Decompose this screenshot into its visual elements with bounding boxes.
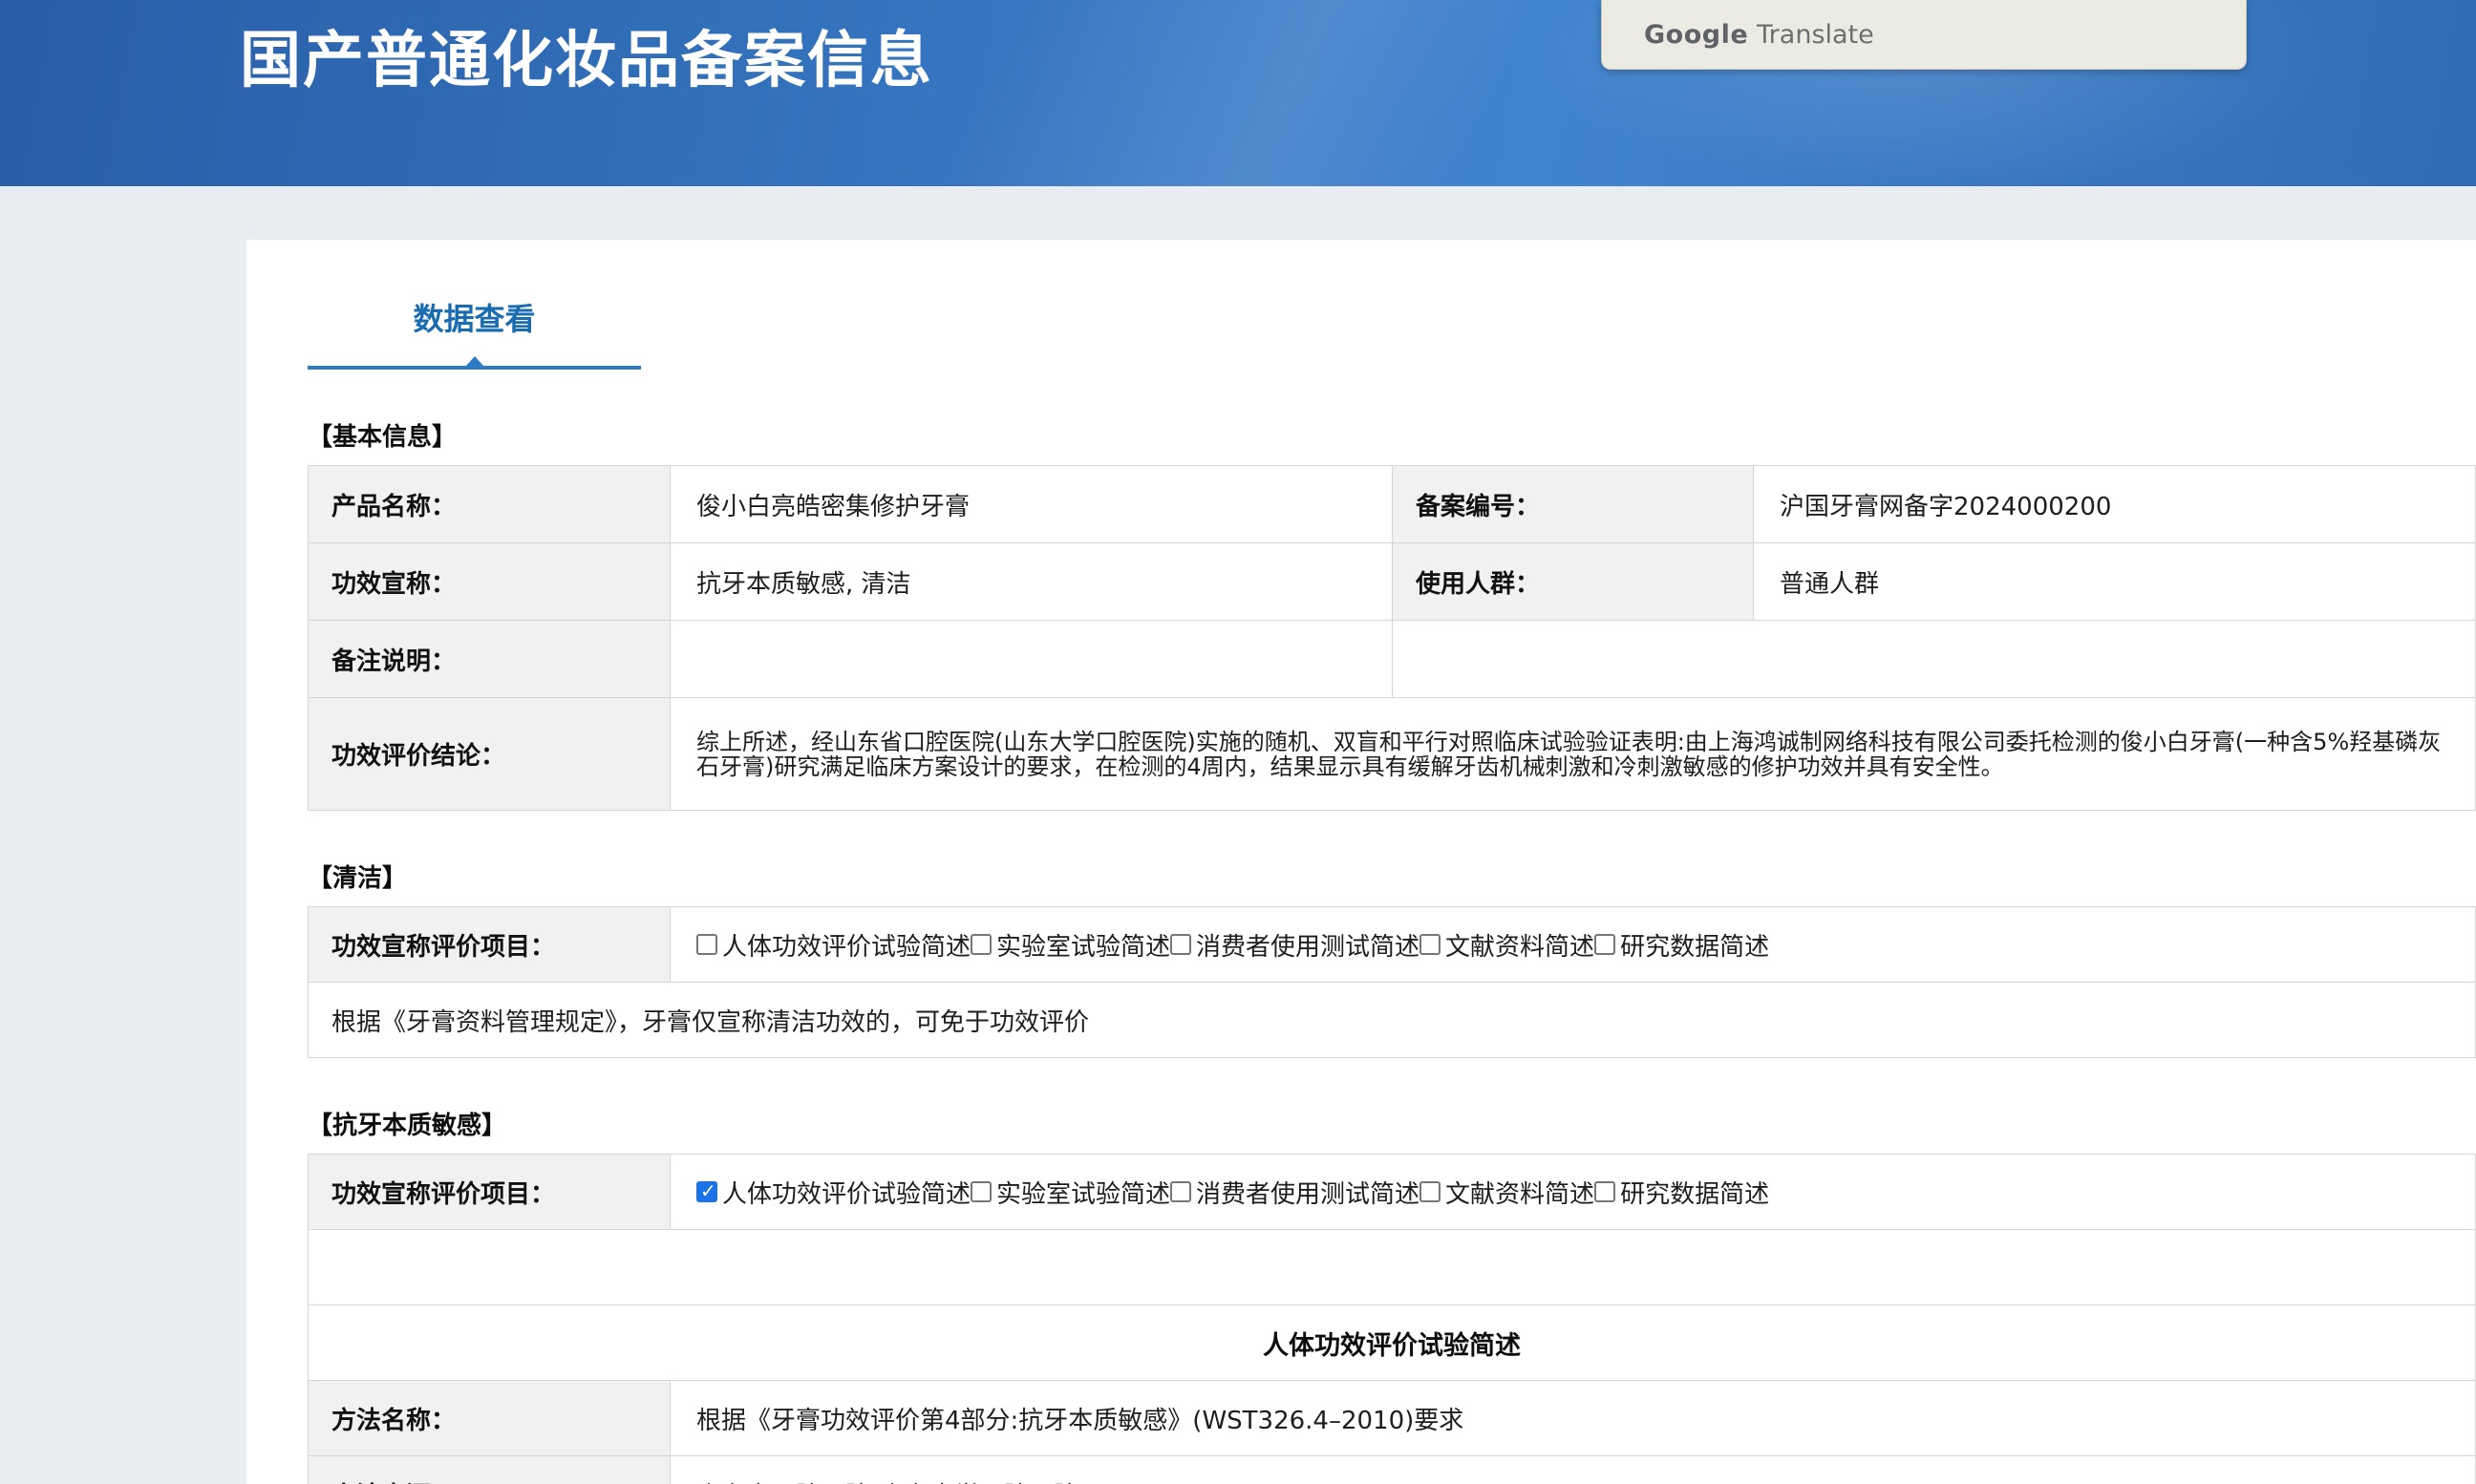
table-row: 方法来源： 山东省口腔医院(山东大学口腔医院) (309, 1456, 2476, 1484)
page-title: 国产普通化妆品备案信息 (240, 11, 933, 99)
cleaning-exemption-note: 根据《牙膏资料管理规定》，牙膏仅宣称清洁功效的，可免于功效评价 (309, 983, 2476, 1058)
table-row: 功效宣称评价项目： 人体功效评价试验简述 实验室试验简述 消费者使用测试简述 文… (309, 907, 2476, 983)
checkbox-label: 文献资料简述 (1445, 1175, 1594, 1210)
human-efficacy-subsection-title: 人体功效评价试验简述 (309, 1305, 2476, 1381)
table-row: 方法名称： 根据《牙膏功效评价第4部分:抗牙本质敏感》(WST326.4–201… (309, 1381, 2476, 1456)
checkbox-label: 文献资料简述 (1445, 927, 1594, 963)
section-heading-cleaning: 【清洁】 (308, 862, 2476, 895)
table-row (309, 1230, 2476, 1305)
table-row: 功效宣称评价项目： 人体功效评价试验简述 实验室试验简述 消费者使用测试简述 文… (309, 1155, 2476, 1230)
spacer-row (309, 1230, 2476, 1305)
checkbox-item: 研究数据简述 (1594, 1175, 1769, 1210)
conclusion-value: 综上所述，经山东省口腔医院(山东大学口腔医院)实施的随机、双盲和平行对照临床试验… (671, 698, 2476, 811)
checkbox-label: 实验室试验简述 (996, 927, 1170, 963)
method-source-value: 山东省口腔医院(山东大学口腔医院) (671, 1456, 2476, 1484)
checkbox-label: 消费者使用测试简述 (1196, 927, 1419, 963)
checkbox-item: 实验室试验简述 (971, 1175, 1170, 1210)
table-row: 功效评价结论： 综上所述，经山东省口腔医院(山东大学口腔医院)实施的随机、双盲和… (309, 698, 2476, 811)
checkbox-human-efficacy[interactable] (696, 934, 717, 955)
cleaning-items-label: 功效宣称评价项目： (309, 907, 671, 983)
efficacy-claim-value: 抗牙本质敏感, 清洁 (671, 543, 1393, 621)
table-row: 备注说明： (309, 621, 2476, 698)
product-name-value: 俊小白亮皓密集修护牙膏 (671, 466, 1393, 543)
table-row: 根据《牙膏资料管理规定》，牙膏仅宣称清洁功效的，可免于功效评价 (309, 983, 2476, 1058)
checkbox-consumer-test[interactable] (1170, 934, 1191, 955)
remark-label: 备注说明： (309, 621, 671, 698)
checkbox-literature[interactable] (1419, 934, 1441, 955)
conclusion-label: 功效评价结论： (309, 698, 671, 811)
basic-info-table: 产品名称： 俊小白亮皓密集修护牙膏 备案编号： 沪国牙膏网备字202400020… (308, 465, 2476, 811)
target-users-label: 使用人群： (1393, 543, 1754, 621)
checkbox-label: 人体功效评价试验简述 (722, 927, 971, 963)
efficacy-claim-label: 功效宣称： (309, 543, 671, 621)
product-name-label: 产品名称： (309, 466, 671, 543)
method-source-label: 方法来源： (309, 1456, 671, 1484)
checkbox-item: 研究数据简述 (1594, 927, 1769, 963)
google-translate-widget[interactable]: Google Translate (1601, 0, 2247, 70)
anti-checkbox-row: 人体功效评价试验简述 实验室试验简述 消费者使用测试简述 文献资料简述 研究数据… (671, 1155, 2476, 1230)
checkbox-label: 研究数据简述 (1620, 1175, 1769, 1210)
tab-data-view[interactable]: 数据查看 (413, 297, 535, 341)
checkbox-item: 消费者使用测试简述 (1170, 927, 1419, 963)
record-no-value: 沪国牙膏网备字2024000200 (1754, 466, 2476, 543)
section-heading-basic-info: 【基本信息】 (308, 421, 2476, 454)
checkbox-item: 人体功效评价试验简述 (696, 1175, 971, 1210)
checkbox-human-efficacy[interactable] (696, 1181, 717, 1202)
checkbox-item: 实验室试验简述 (971, 927, 1170, 963)
remark-extra-cell (1393, 621, 2476, 698)
google-translate-label: Translate (1757, 20, 1874, 50)
checkbox-item: 消费者使用测试简述 (1170, 1175, 1419, 1210)
checkbox-research-data[interactable] (1594, 934, 1615, 955)
table-row: 人体功效评价试验简述 (309, 1305, 2476, 1381)
checkbox-label: 研究数据简述 (1620, 927, 1769, 963)
table-row: 功效宣称： 抗牙本质敏感, 清洁 使用人群： 普通人群 (309, 543, 2476, 621)
tab-bar: 数据查看 (308, 297, 641, 370)
checkbox-item: 文献资料简述 (1419, 927, 1594, 963)
target-users-value: 普通人群 (1754, 543, 2476, 621)
checkbox-literature[interactable] (1419, 1181, 1441, 1202)
cleaning-table: 功效宣称评价项目： 人体功效评价试验简述 实验室试验简述 消费者使用测试简述 文… (308, 906, 2476, 1058)
checkbox-item: 人体功效评价试验简述 (696, 927, 971, 963)
remark-value (671, 621, 1393, 698)
cleaning-checkbox-row: 人体功效评价试验简述 实验室试验简述 消费者使用测试简述 文献资料简述 研究数据… (671, 907, 2476, 983)
section-heading-anti-sensitivity: 【抗牙本质敏感】 (308, 1110, 2476, 1142)
method-name-label: 方法名称： (309, 1381, 671, 1456)
checkbox-label: 人体功效评价试验简述 (722, 1175, 971, 1210)
method-name-value: 根据《牙膏功效评价第4部分:抗牙本质敏感》(WST326.4–2010)要求 (671, 1381, 2476, 1456)
checkbox-research-data[interactable] (1594, 1181, 1615, 1202)
checkbox-label: 消费者使用测试简述 (1196, 1175, 1419, 1210)
checkbox-label: 实验室试验简述 (996, 1175, 1170, 1210)
anti-items-label: 功效宣称评价项目： (309, 1155, 671, 1230)
checkbox-lab-test[interactable] (971, 934, 992, 955)
checkbox-consumer-test[interactable] (1170, 1181, 1191, 1202)
checkbox-lab-test[interactable] (971, 1181, 992, 1202)
anti-sensitivity-table: 功效宣称评价项目： 人体功效评价试验简述 实验室试验简述 消费者使用测试简述 文… (308, 1154, 2476, 1484)
content-card: 数据查看 【基本信息】 产品名称： 俊小白亮皓密集修护牙膏 备案编号： 沪国牙膏… (246, 240, 2476, 1484)
checkbox-item: 文献资料简述 (1419, 1175, 1594, 1210)
google-logo: Google (1644, 20, 1748, 50)
table-row: 产品名称： 俊小白亮皓密集修护牙膏 备案编号： 沪国牙膏网备字202400020… (309, 466, 2476, 543)
record-no-label: 备案编号： (1393, 466, 1754, 543)
